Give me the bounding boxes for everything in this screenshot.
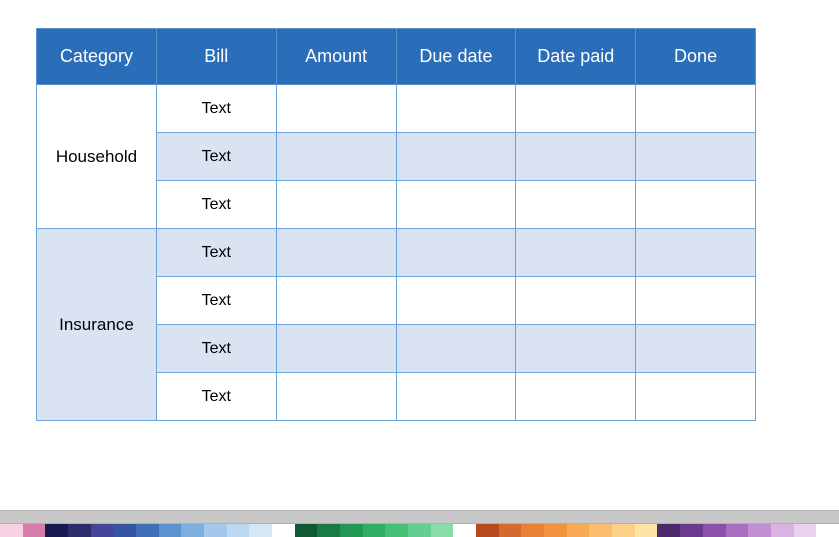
date_paid-cell[interactable] [516, 133, 636, 181]
color-swatch[interactable] [726, 524, 749, 537]
bill-cell[interactable]: Text [156, 325, 276, 373]
date_paid-cell[interactable] [516, 181, 636, 229]
due_date-cell[interactable] [396, 373, 516, 421]
bill-cell[interactable]: Text [156, 229, 276, 277]
due_date-cell[interactable] [396, 181, 516, 229]
due_date-cell[interactable] [396, 277, 516, 325]
bill-cell[interactable]: Text [156, 181, 276, 229]
bills-table: Category Bill Amount Due date Date paid … [36, 28, 756, 421]
header-done[interactable]: Done [636, 29, 756, 85]
due_date-cell[interactable] [396, 85, 516, 133]
color-swatch[interactable] [703, 524, 726, 537]
amount-cell[interactable] [276, 277, 396, 325]
color-swatch[interactable] [0, 524, 23, 537]
due_date-cell[interactable] [396, 325, 516, 373]
color-swatch[interactable] [499, 524, 522, 537]
color-swatch[interactable] [295, 524, 318, 537]
bill-cell[interactable]: Text [156, 85, 276, 133]
color-swatch[interactable] [816, 524, 839, 537]
color-swatch[interactable] [204, 524, 227, 537]
color-swatch[interactable] [476, 524, 499, 537]
color-swatch[interactable] [635, 524, 658, 537]
color-swatch[interactable] [431, 524, 454, 537]
color-swatch[interactable] [272, 524, 295, 537]
color-swatch[interactable] [544, 524, 567, 537]
header-amount[interactable]: Amount [276, 29, 396, 85]
color-swatch[interactable] [657, 524, 680, 537]
table-header-row: Category Bill Amount Due date Date paid … [37, 29, 756, 85]
header-category[interactable]: Category [37, 29, 157, 85]
color-swatch[interactable] [340, 524, 363, 537]
due_date-cell[interactable] [396, 229, 516, 277]
color-swatch[interactable] [136, 524, 159, 537]
done-cell[interactable] [636, 229, 756, 277]
due_date-cell[interactable] [396, 133, 516, 181]
category-cell[interactable]: Insurance [37, 229, 157, 421]
color-swatch[interactable] [794, 524, 817, 537]
color-swatch[interactable] [68, 524, 91, 537]
done-cell[interactable] [636, 181, 756, 229]
color-swatch[interactable] [589, 524, 612, 537]
color-swatch[interactable] [249, 524, 272, 537]
color-palette-bar [0, 524, 839, 537]
color-swatch[interactable] [567, 524, 590, 537]
category-cell[interactable]: Household [37, 85, 157, 229]
amount-cell[interactable] [276, 133, 396, 181]
color-swatch[interactable] [113, 524, 136, 537]
bottom-toolbar [0, 510, 839, 537]
bill-cell[interactable]: Text [156, 133, 276, 181]
done-cell[interactable] [636, 85, 756, 133]
color-swatch[interactable] [91, 524, 114, 537]
color-swatch[interactable] [181, 524, 204, 537]
status-bar [0, 510, 839, 524]
amount-cell[interactable] [276, 181, 396, 229]
header-bill[interactable]: Bill [156, 29, 276, 85]
date_paid-cell[interactable] [516, 325, 636, 373]
color-swatch[interactable] [680, 524, 703, 537]
color-swatch[interactable] [45, 524, 68, 537]
color-swatch[interactable] [159, 524, 182, 537]
amount-cell[interactable] [276, 229, 396, 277]
color-swatch[interactable] [748, 524, 771, 537]
bill-cell[interactable]: Text [156, 373, 276, 421]
color-swatch[interactable] [363, 524, 386, 537]
date_paid-cell[interactable] [516, 229, 636, 277]
color-swatch[interactable] [227, 524, 250, 537]
color-swatch[interactable] [771, 524, 794, 537]
date_paid-cell[interactable] [516, 277, 636, 325]
bill-cell[interactable]: Text [156, 277, 276, 325]
date_paid-cell[interactable] [516, 373, 636, 421]
color-swatch[interactable] [521, 524, 544, 537]
done-cell[interactable] [636, 373, 756, 421]
color-swatch[interactable] [317, 524, 340, 537]
done-cell[interactable] [636, 133, 756, 181]
amount-cell[interactable] [276, 85, 396, 133]
color-swatch[interactable] [453, 524, 476, 537]
table-row: InsuranceText [37, 229, 756, 277]
color-swatch[interactable] [612, 524, 635, 537]
header-due-date[interactable]: Due date [396, 29, 516, 85]
color-swatch[interactable] [408, 524, 431, 537]
done-cell[interactable] [636, 277, 756, 325]
amount-cell[interactable] [276, 373, 396, 421]
done-cell[interactable] [636, 325, 756, 373]
header-date-paid[interactable]: Date paid [516, 29, 636, 85]
color-swatch[interactable] [23, 524, 46, 537]
date_paid-cell[interactable] [516, 85, 636, 133]
color-swatch[interactable] [385, 524, 408, 537]
amount-cell[interactable] [276, 325, 396, 373]
table-row: HouseholdText [37, 85, 756, 133]
